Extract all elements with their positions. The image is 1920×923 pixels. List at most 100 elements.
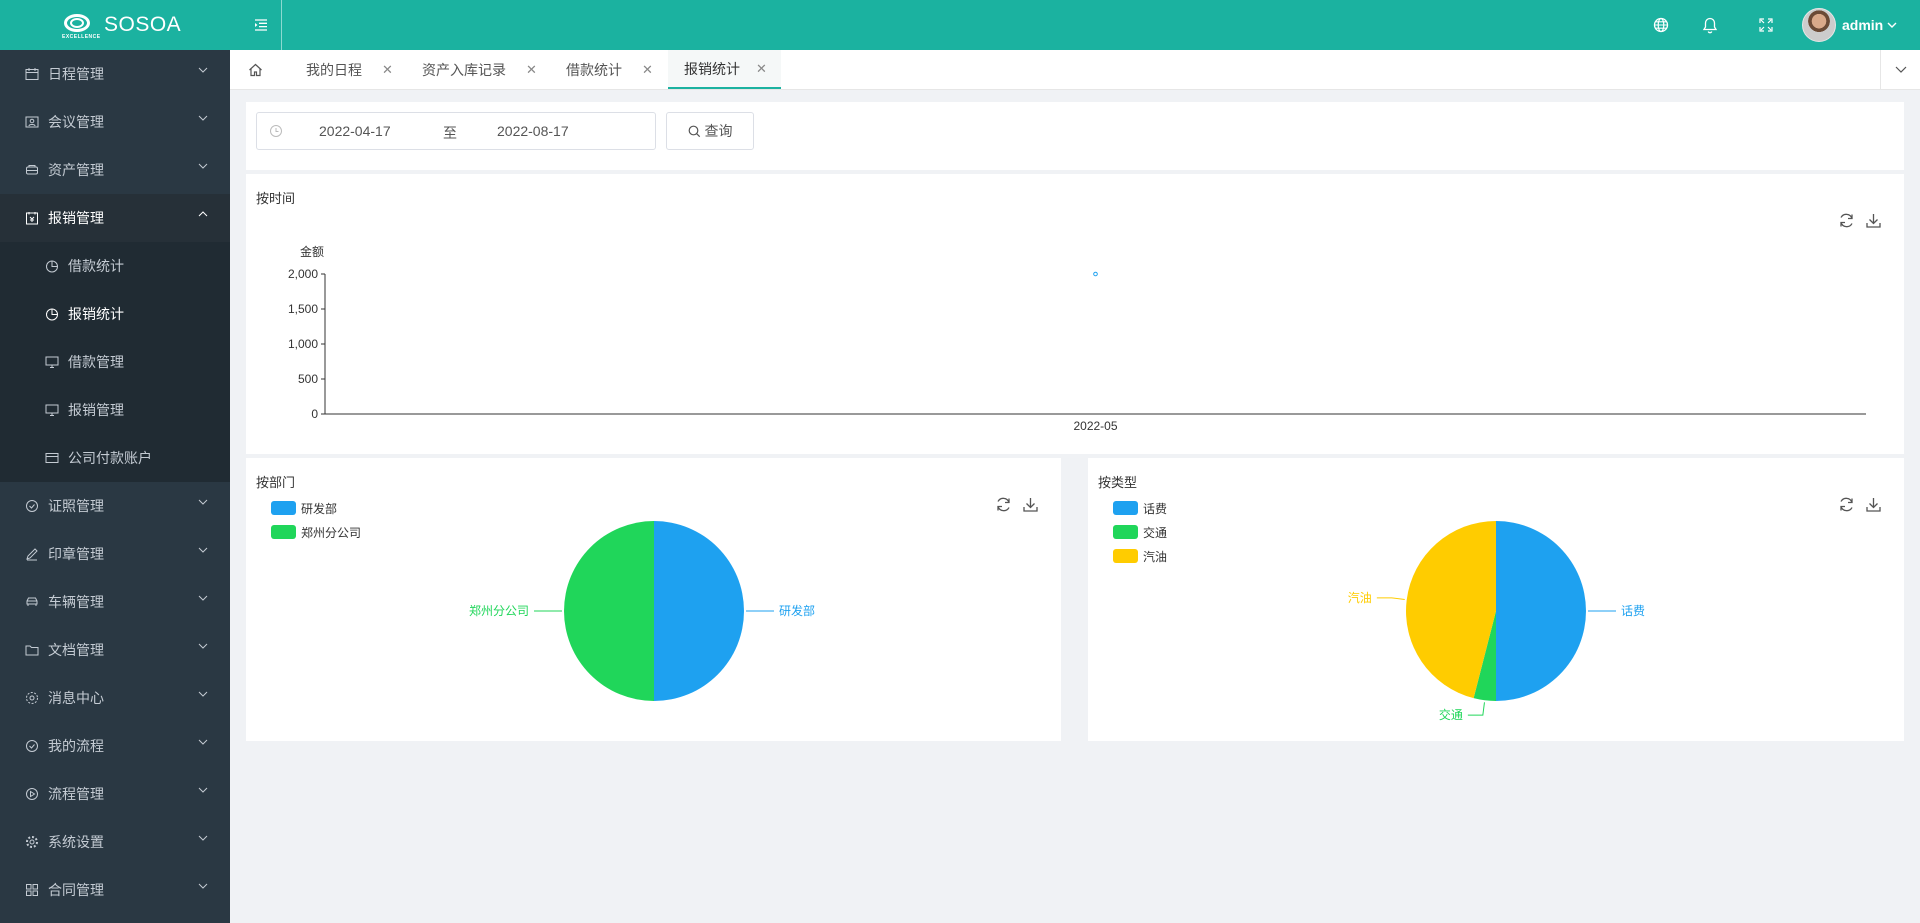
close-icon[interactable]: ✕ [526,62,537,78]
username: admin [1842,17,1884,33]
bell-icon[interactable] [1698,13,1722,37]
sidebar-item-label: 报销管理 [48,210,104,226]
tab-dropdown-button[interactable] [1880,50,1920,89]
sidebar-item-seal[interactable]: 印章管理 [0,530,230,578]
sidebar-item-expense-manage[interactable]: 报销管理 [0,386,230,434]
menu-fold-icon [254,19,267,31]
sidebar-item-label: 合同管理 [48,882,104,898]
sidebar-item-schedule[interactable]: 日程管理 [0,50,230,98]
sidebar-item-label: 日程管理 [48,66,104,82]
sidebar-item-vehicle[interactable]: 车辆管理 [0,578,230,626]
sidebar-item-contract[interactable]: 合同管理 [0,866,230,914]
y-axis-label: 金额 [300,244,324,259]
sidebar-item-message[interactable]: 消息中心 [0,674,230,722]
tab-label: 报销统计 [684,60,740,77]
chevron-down-icon [198,643,208,649]
check-circle-icon [24,738,40,754]
data-point [1093,271,1098,277]
fullscreen-icon[interactable] [1754,13,1778,37]
avatar [1802,8,1836,42]
sidebar-item-label: 资产管理 [48,162,104,178]
start-date[interactable]: 2022-04-17 [319,123,391,139]
tab-loan-stats[interactable]: 借款统计 ✕ [566,50,653,89]
sidebar: 日程管理 会议管理 资产管理 报销管理 借款统计 报销统计 借款管理 报销管理 [0,50,230,923]
grid-icon [24,882,40,898]
sidebar-item-meeting[interactable]: 会议管理 [0,98,230,146]
date-range-picker[interactable]: 2022-04-17 至 2022-08-17 [256,112,656,150]
sidebar-item-label: 车辆管理 [48,594,104,610]
home-icon [248,63,262,76]
sidebar-item-expense-stats[interactable]: 报销统计 [0,290,230,338]
logo-text: SOSOA [104,13,182,36]
sidebar-item-asset[interactable]: 资产管理 [0,146,230,194]
logo-sub: EXCELLENCE [62,34,101,40]
submenu-expense: 借款统计 报销统计 借款管理 报销管理 公司付款账户 [0,242,230,482]
sidebar-item-label: 消息中心 [48,690,104,706]
close-icon[interactable]: ✕ [756,61,767,77]
play-circle-icon [24,786,40,802]
tab-home[interactable] [230,50,280,89]
x-tick-label: 2022-05 [1073,419,1117,433]
top-header: EXCELLENCE SOSOA admin [0,0,1920,50]
chevron-down-icon [198,739,208,745]
pie-label: 话费 [1621,604,1645,618]
chevron-down-icon [1887,22,1897,28]
pie-label: 汽油 [1348,590,1372,605]
tab-expense-stats[interactable]: 报销统计 ✕ [668,50,781,89]
sidebar-item-label: 流程管理 [48,786,104,802]
pie-label-line [1467,702,1485,716]
query-label: 查询 [704,123,733,139]
logo: EXCELLENCE SOSOA [62,0,181,50]
type-chart-panel: 按类型 话费 交通 汽油 话费 交通 汽油 [1088,458,1904,741]
user-menu[interactable]: admin [1802,8,1897,42]
chevron-down-icon [198,115,208,121]
y-tick-label: 0 [311,407,318,421]
monitor-icon [44,354,60,370]
sidebar-item-label: 印章管理 [48,546,104,562]
globe-icon[interactable] [1649,13,1673,37]
pie-label: 郑州分公司 [469,603,529,618]
sidebar-item-label: 我的流程 [48,738,104,754]
y-tick-label: 500 [298,372,318,386]
range-separator: 至 [443,125,457,141]
tab-label: 借款统计 [566,61,622,78]
close-icon[interactable]: ✕ [382,62,393,78]
chevron-down-icon [198,547,208,553]
sidebar-item-document[interactable]: 文档管理 [0,626,230,674]
tab-my-schedule[interactable]: 我的日程 ✕ [306,50,393,89]
sidebar-item-label: 会议管理 [48,114,104,130]
filter-panel: 2022-04-17 至 2022-08-17 查询 [246,102,1904,170]
tab-asset-records[interactable]: 资产入库记录 ✕ [422,50,537,89]
chevron-down-icon [198,691,208,697]
sidebar-item-label: 文档管理 [48,642,104,658]
pie-slice [654,521,744,701]
y-tick-label: 1,000 [288,337,318,351]
logo-mark-icon: EXCELLENCE [62,8,100,42]
sidebar-item-payment-account[interactable]: 公司付款账户 [0,434,230,482]
tab-bar: 我的日程 ✕ 资产入库记录 ✕ 借款统计 ✕ 报销统计 ✕ [230,50,1920,90]
pie-label: 研发部 [779,603,815,618]
sidebar-item-my-process[interactable]: 我的流程 [0,722,230,770]
sidebar-item-process-manage[interactable]: 流程管理 [0,770,230,818]
sidebar-item-license[interactable]: 证照管理 [0,482,230,530]
card-icon [44,450,60,466]
sidebar-item-loan-manage[interactable]: 借款管理 [0,338,230,386]
sidebar-item-label: 公司付款账户 [68,450,152,466]
sidebar-item-label: 证照管理 [48,498,104,514]
close-icon[interactable]: ✕ [642,62,653,78]
clock-icon [270,125,282,137]
sidebar-item-label: 系统设置 [48,834,104,850]
query-button[interactable]: 查询 [666,112,754,150]
tab-label: 资产入库记录 [422,61,506,78]
sidebar-item-loan-stats[interactable]: 借款统计 [0,242,230,290]
dept-pie-chart: 研发部 郑州分公司 [469,521,815,701]
pie-slice [564,521,654,701]
end-date[interactable]: 2022-08-17 [497,123,569,139]
sidebar-item-system[interactable]: 系统设置 [0,818,230,866]
sidebar-item-expense[interactable]: 报销管理 [0,194,230,242]
pie-label: 交通 [1439,707,1463,722]
type-pie-chart: 话费交通 汽油 [1348,521,1645,722]
sidebar-collapse-button[interactable] [240,0,282,50]
chevron-down-icon [198,883,208,889]
gear-icon [24,834,40,850]
